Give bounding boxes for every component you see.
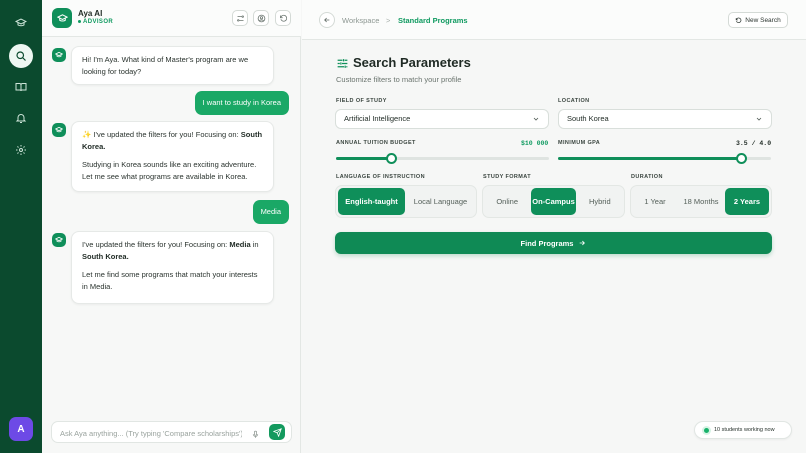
mic-icon[interactable] [251, 427, 260, 445]
gpa-value: 3.5 / 4.0 [736, 140, 772, 147]
app-role-label: ADVISOR [83, 19, 114, 25]
study-format-option[interactable]: On-Campus [531, 188, 576, 215]
refresh-icon[interactable] [275, 10, 291, 26]
study-format-option[interactable]: Online [485, 188, 529, 215]
bot-message: Hi! I'm Aya. What kind of Master's progr… [71, 46, 274, 85]
chat-panel: Aya AI ADVISOR Hi! I'm Aya. What kind of… [42, 0, 301, 453]
bot-message-text: I've updated the filters for you! Focusi… [82, 239, 263, 263]
app-role: ADVISOR [78, 19, 113, 25]
chevron-down-icon [532, 110, 540, 130]
bot-message-text: Hi! I'm Aya. What kind of Master's progr… [82, 55, 249, 76]
language-option[interactable]: Local Language [407, 188, 474, 215]
gpa-slider[interactable] [558, 153, 771, 164]
breadcrumb-current: Standard Programs [398, 16, 468, 25]
study-format-option[interactable]: Hybrid [578, 188, 622, 215]
duration-option[interactable]: 18 Months [679, 188, 723, 215]
online-status-badge: 10 students working now [694, 421, 792, 439]
bot-message-text: ✨ I've updated the filters for you! Focu… [82, 129, 263, 153]
arrow-left-icon [324, 17, 330, 23]
gpa-label: MINIMUM GPA [558, 140, 601, 146]
bell-icon[interactable] [9, 106, 33, 130]
budget-value: $10 000 [521, 140, 549, 147]
arrow-right-icon [580, 240, 586, 246]
duration-label: DURATION [631, 174, 663, 180]
budget-slider[interactable] [336, 153, 549, 164]
field-of-study-select[interactable]: Artificial Intelligence [335, 109, 549, 129]
new-search-button[interactable]: New Search [728, 12, 788, 28]
sliders-icon [336, 57, 349, 75]
left-rail: A [0, 0, 42, 453]
send-icon [272, 427, 282, 437]
new-search-label: New Search [745, 16, 781, 24]
breadcrumb-root[interactable]: Workspace [342, 16, 379, 25]
search-icon[interactable] [9, 44, 33, 68]
budget-slider-fill [336, 157, 392, 160]
chat-input-box [51, 421, 292, 443]
chevron-down-icon [755, 110, 763, 130]
study-format-label: STUDY FORMAT [483, 174, 531, 180]
bot-message-text: Let me find some programs that match you… [82, 270, 258, 291]
user-message: Media [252, 200, 289, 224]
chat-input[interactable] [60, 427, 242, 439]
back-button[interactable] [319, 12, 335, 28]
bot-text: ✨ I've updated the filters for you! Focu… [82, 130, 239, 139]
gear-icon[interactable] [9, 138, 33, 162]
location-label: LOCATION [558, 98, 590, 104]
duration-toggle: 1 Year 18 Months 2 Years [630, 185, 772, 218]
find-programs-label: Find Programs [520, 238, 574, 248]
bot-avatar-icon [52, 123, 66, 137]
study-format-toggle: Online On-Campus Hybrid [482, 185, 625, 218]
language-label: LANGUAGE OF INSTRUCTION [336, 174, 425, 180]
bot-text-bold: South Korea. [82, 252, 129, 261]
budget-label: ANNUAL TUITION BUDGET [336, 140, 416, 146]
bot-message: I've updated the filters for you! Focusi… [71, 231, 274, 304]
top-bar: Workspace > Standard Programs New Search [302, 0, 806, 40]
location-value: South Korea [567, 114, 609, 123]
bot-message-text: Studying in Korea sounds like an excitin… [82, 160, 257, 181]
graduation-cap-icon [52, 8, 72, 28]
bot-message: ✨ I've updated the filters for you! Focu… [71, 121, 274, 192]
duration-option[interactable]: 2 Years [725, 188, 769, 215]
avatar[interactable]: A [9, 417, 33, 441]
book-icon[interactable] [9, 75, 33, 99]
bot-avatar-icon [52, 48, 66, 62]
field-of-study-value: Artificial Intelligence [344, 114, 411, 123]
app-title: Aya AI [78, 9, 103, 18]
user-circle-icon[interactable] [253, 10, 269, 26]
bot-text: I've updated the filters for you! Focusi… [82, 240, 228, 249]
field-of-study-label: FIELD OF STUDY [336, 98, 387, 104]
online-dot-icon [704, 427, 709, 433]
language-option[interactable]: English-taught [338, 188, 405, 215]
refresh-icon [736, 17, 742, 23]
bot-avatar-icon [52, 233, 66, 247]
gpa-slider-thumb[interactable] [735, 153, 747, 164]
breadcrumb-separator: > [386, 16, 391, 25]
user-message: I want to study in Korea [194, 91, 289, 115]
duration-option[interactable]: 1 Year [633, 188, 677, 215]
bot-text: in [252, 240, 259, 249]
online-status-text: 10 students working now [714, 427, 775, 433]
bot-text-bold: Media [229, 240, 251, 249]
graduation-cap-icon[interactable] [9, 11, 33, 35]
budget-slider-thumb[interactable] [386, 153, 398, 164]
gpa-slider-fill [558, 157, 741, 160]
send-button[interactable] [269, 424, 285, 440]
page-title: Search Parameters [353, 55, 471, 70]
filter-icon[interactable] [232, 10, 248, 26]
page-subtitle: Customize filters to match your profile [336, 75, 462, 84]
location-select[interactable]: South Korea [558, 109, 772, 129]
language-toggle: English-taught Local Language [335, 185, 477, 218]
find-programs-button[interactable]: Find Programs [335, 232, 772, 254]
chat-header: Aya AI ADVISOR [42, 0, 301, 37]
